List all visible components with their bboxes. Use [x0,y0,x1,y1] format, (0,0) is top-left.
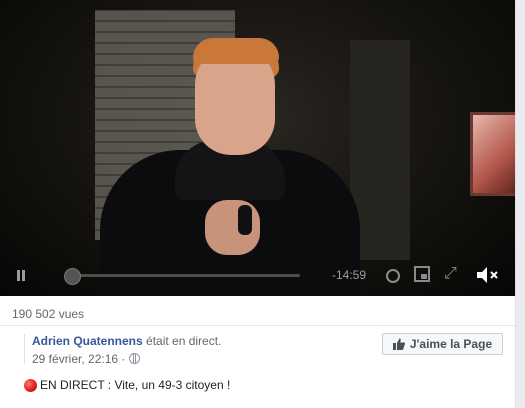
video-frame [0,0,515,296]
progress-bar[interactable] [70,274,300,277]
time-remaining: -14:59 [332,268,367,282]
settings-icon[interactable] [383,266,401,284]
person-hair-top [193,38,279,64]
video-controls: -14:59 ⤢ [0,262,515,290]
author-status: était en direct. [142,334,222,348]
post-header: Adrien Quatennens était en direct. 29 fé… [24,334,374,366]
post-message: EN DIRECT : Vite, un 49-3 citoyen ! [24,378,230,392]
volume-muted-icon[interactable] [474,264,500,286]
lit-window [470,112,515,196]
video-post-card: -14:59 ⤢ 190 502 vues Adrien Quatennens … [0,0,516,408]
like-page-button[interactable]: J'aime la Page [382,333,503,355]
progress-scrubber[interactable] [64,268,81,285]
thumbs-up-icon [392,338,405,350]
author-link[interactable]: Adrien Quatennens [32,334,143,348]
meta-separator: · [118,352,129,366]
view-count: 190 502 vues [12,307,85,321]
red-circle-icon [24,378,37,392]
like-page-label: J'aime la Page [409,337,493,351]
post-message-text: EN DIRECT : Vite, un 49-3 citoyen ! [40,378,231,392]
post-meta: 29 février, 22:16 · [32,352,374,366]
post-timestamp[interactable]: 29 février, 22:16 [32,352,118,366]
theater-mode-icon[interactable] [414,266,430,282]
microphone [238,205,252,235]
divider [0,325,515,326]
pause-icon[interactable] [14,268,28,282]
globe-icon[interactable] [128,353,140,364]
video-player[interactable]: -14:59 ⤢ [0,0,515,296]
author-line: Adrien Quatennens était en direct. [32,334,374,348]
fullscreen-icon[interactable]: ⤢ [444,265,457,283]
